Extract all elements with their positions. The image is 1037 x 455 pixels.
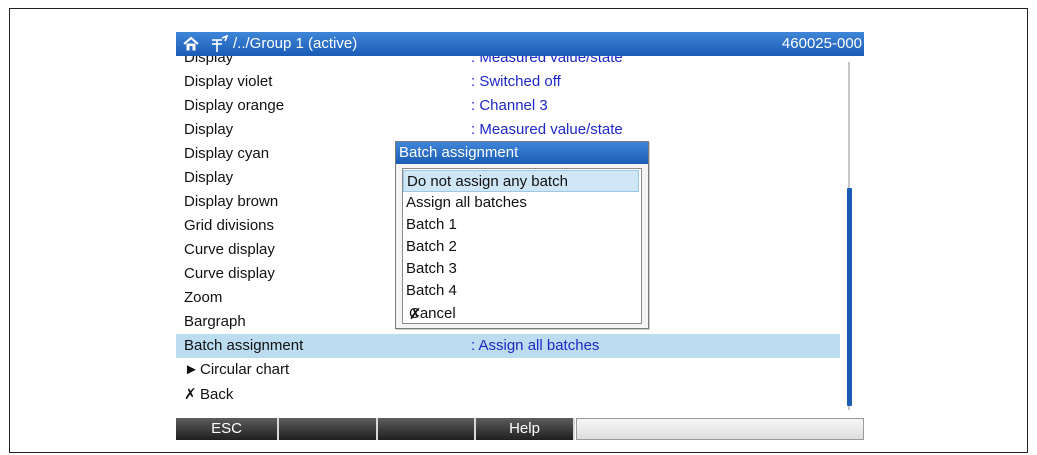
list-item-circular-chart[interactable]: ►Circular chart	[176, 358, 840, 382]
option-item[interactable]: Batch 3	[403, 258, 639, 280]
back-x-icon: ✗	[184, 386, 197, 403]
softkey-5[interactable]	[576, 418, 864, 440]
option-item-highlighted[interactable]: Do not assign any batch	[403, 170, 639, 192]
option-item[interactable]: Batch 1	[403, 214, 639, 236]
softkey-2[interactable]	[279, 418, 378, 440]
batch-assignment-dialog: Batch assignment Do not assign any batch…	[395, 141, 649, 329]
dialog-title: Batch assignment	[396, 142, 648, 164]
list-item[interactable]: Display : Measured value/state	[176, 56, 840, 70]
softkey-3[interactable]	[378, 418, 476, 440]
menu-nav-icon	[212, 35, 229, 52]
help-button[interactable]: Help	[476, 418, 575, 440]
list-item[interactable]: Display : Measured value/state	[176, 118, 840, 142]
list-item[interactable]: Display violet : Switched off	[176, 70, 840, 94]
scrollbar-thumb[interactable]	[847, 188, 852, 406]
option-list: Do not assign any batch Assign all batch…	[402, 168, 642, 324]
breadcrumb: /../Group 1 (active)	[233, 35, 358, 52]
option-item[interactable]: Assign all batches	[403, 192, 639, 214]
submenu-arrow-icon: ►	[184, 361, 199, 378]
esc-button[interactable]: ESC	[176, 418, 279, 440]
option-item-cancel[interactable]: ✗ Cancel	[403, 301, 639, 323]
list-item-back[interactable]: ✗ Back	[176, 382, 840, 406]
device-screen: /../Group 1 (active) 460025-000 Display …	[176, 32, 864, 442]
option-item[interactable]: Batch 4	[403, 280, 639, 302]
option-item[interactable]: Batch 2	[403, 236, 639, 258]
softkey-bar: ESC Help	[176, 418, 864, 440]
device-id: 460025-000	[781, 35, 862, 52]
home-icon[interactable]	[182, 35, 200, 53]
list-item[interactable]: Display orange : Channel 3	[176, 94, 840, 118]
title-bar: /../Group 1 (active) 460025-000	[176, 32, 864, 56]
list-item-selected[interactable]: Batch assignment : Assign all batches	[176, 334, 840, 358]
